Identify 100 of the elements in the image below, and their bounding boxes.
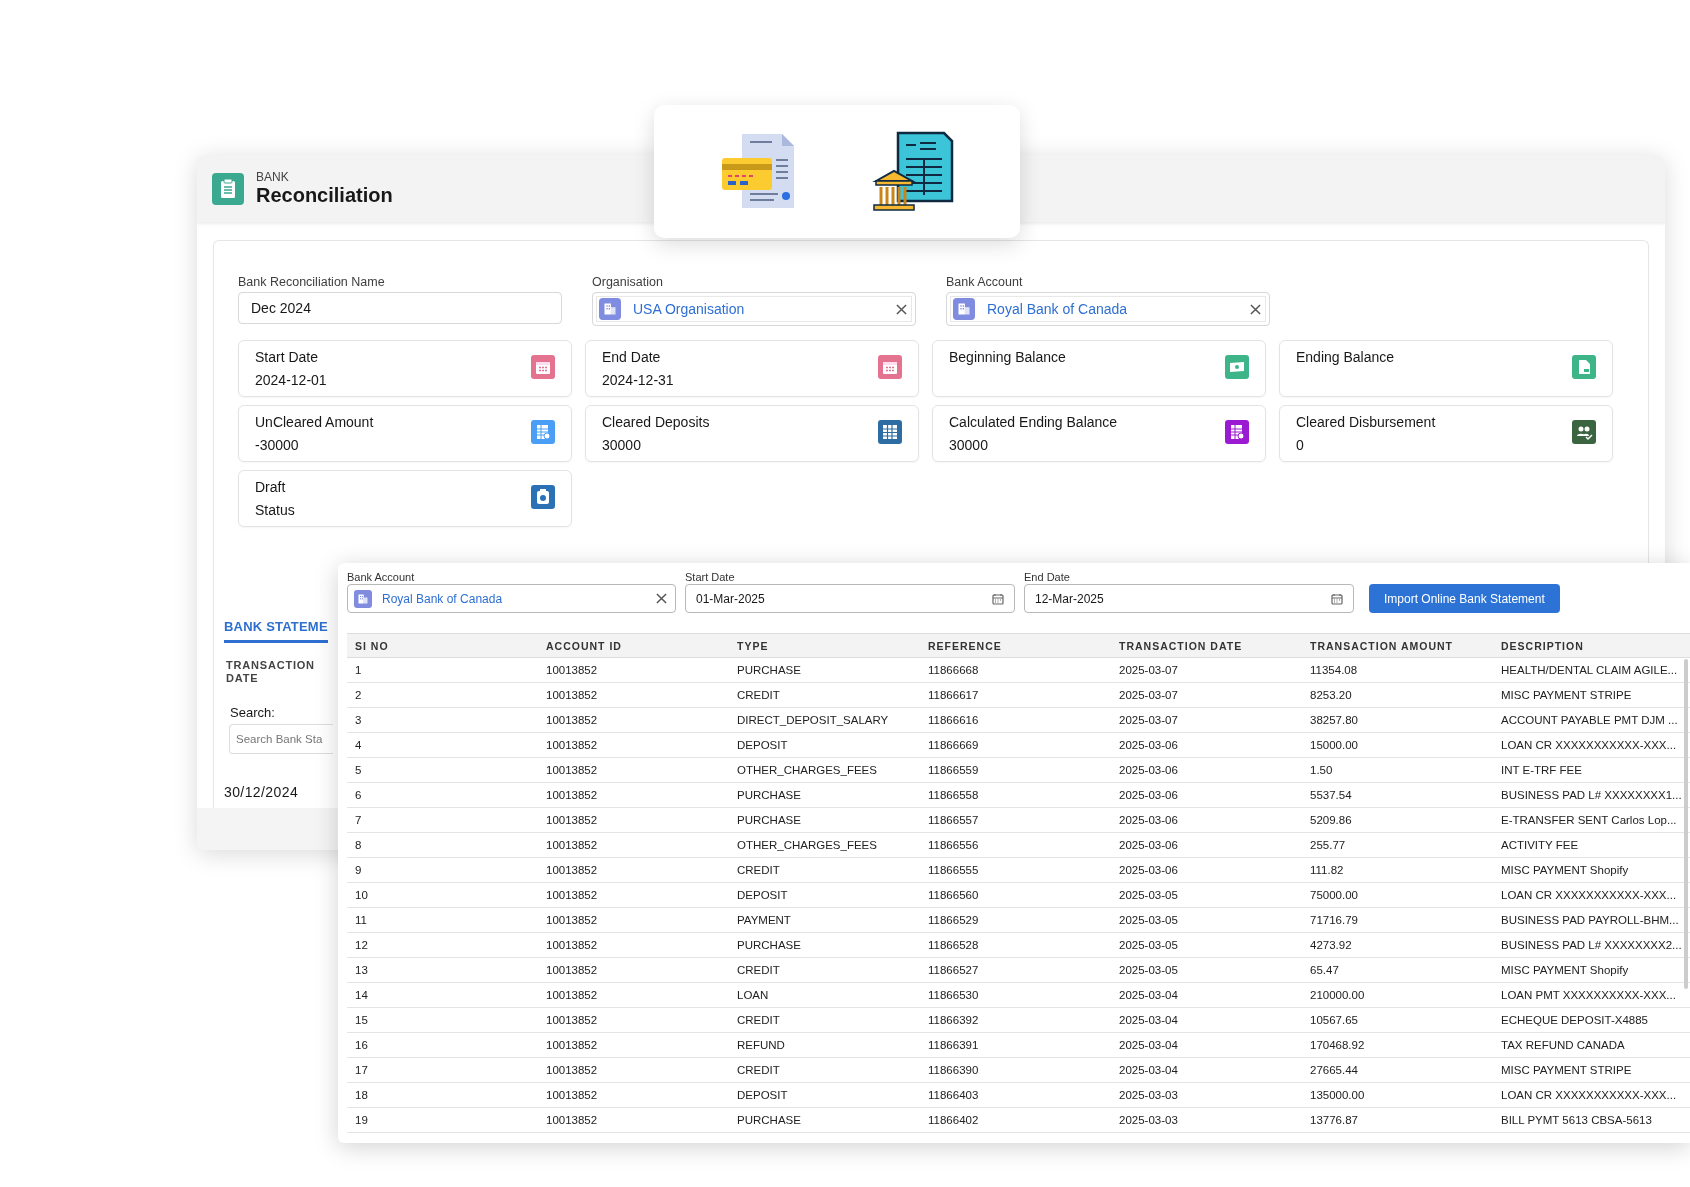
table-cell: 170468.92 <box>1302 1032 1493 1058</box>
table-cell: 11354.08 <box>1302 657 1493 683</box>
date-field[interactable]: 12-Mar-2025 <box>1024 584 1354 613</box>
table-cell: DEPOSIT <box>729 882 920 908</box>
field-label: Bank Account <box>946 275 1024 289</box>
table-cell: 17 <box>347 1057 538 1083</box>
table-cell: 10 <box>347 882 538 908</box>
table-cell: 19 <box>347 1107 538 1133</box>
table-cell: 111.82 <box>1302 857 1493 883</box>
table-cell: 13 <box>347 957 538 983</box>
card-value: -30000 <box>255 437 300 453</box>
table-cell: 135000.00 <box>1302 1082 1493 1108</box>
table-cell: DEPOSIT <box>729 1082 920 1108</box>
import-button[interactable]: Import Online Bank Statement <box>1369 584 1560 613</box>
card-value: 2024-12-31 <box>602 372 674 388</box>
calendar-icon[interactable] <box>1331 592 1343 605</box>
table-cell: 10013852 <box>538 932 729 958</box>
field-label: Bank Reconciliation Name <box>238 275 386 289</box>
table-cell: 13776.87 <box>1302 1107 1493 1133</box>
table-cell: 16 <box>347 1032 538 1058</box>
table-cell: 11866668 <box>920 657 1111 683</box>
lookup-field[interactable]: Royal Bank of Canada <box>946 292 1270 326</box>
table-cell: 8 <box>347 832 538 858</box>
lookup-value[interactable]: Royal Bank of Canada <box>382 591 646 606</box>
search-label: Search: <box>230 705 275 721</box>
table-cell: 11866560 <box>920 882 1111 908</box>
card-value: 30000 <box>602 437 642 453</box>
table-cell: 11866528 <box>920 932 1111 958</box>
table-cell: 10013852 <box>538 757 729 783</box>
table-cell: 30/12/2024 <box>224 784 299 801</box>
lookup-value[interactable]: Royal Bank of Canada <box>987 301 1238 317</box>
table-cell: CREDIT <box>729 857 920 883</box>
card-label: End Date <box>602 349 662 365</box>
table-cell: 255.77 <box>1302 832 1493 858</box>
table-cell: 2025-03-06 <box>1111 832 1302 858</box>
table-cell: 3 <box>347 707 538 733</box>
table-cell: 5537.54 <box>1302 782 1493 808</box>
table-cell: CREDIT <box>729 1057 920 1083</box>
table-cell: 2025-03-03 <box>1111 1107 1302 1133</box>
card-label: Calculated Ending Balance <box>949 414 1118 430</box>
table-cell: 4273.92 <box>1302 932 1493 958</box>
table-cell: 2025-03-06 <box>1111 782 1302 808</box>
table-cell: 10013852 <box>538 707 729 733</box>
lookup-field[interactable]: USA Organisation <box>592 292 916 326</box>
table-cell: 11866669 <box>920 732 1111 758</box>
date-field[interactable]: 01-Mar-2025 <box>685 584 1015 613</box>
table-cell: 2025-03-03 <box>1111 1082 1302 1108</box>
building-icon <box>354 589 372 608</box>
table-cell: 2025-03-04 <box>1111 1032 1302 1058</box>
column-header[interactable]: ACCOUNT ID <box>538 633 729 658</box>
table-cell: 10567.65 <box>1302 1007 1493 1033</box>
table-cell: LOAN <box>729 982 920 1008</box>
building-icon <box>953 298 975 320</box>
column-header[interactable]: TRANSACTION DATE <box>1111 633 1302 658</box>
table-cell: 11866403 <box>920 1082 1111 1108</box>
close-icon[interactable] <box>1250 303 1261 315</box>
close-icon[interactable] <box>656 593 667 604</box>
table-cell: CREDIT <box>729 957 920 983</box>
table-cell: 10013852 <box>538 1007 729 1033</box>
table-cell: MISC PAYMENT STRIPE <box>1493 1057 1690 1083</box>
table-cell: 6 <box>347 782 538 808</box>
table-cell: 2025-03-05 <box>1111 882 1302 908</box>
table-cell: 10013852 <box>538 732 729 758</box>
column-header[interactable]: DESCRIPTION <box>1493 633 1690 658</box>
column-header[interactable]: REFERENCE <box>920 633 1111 658</box>
card-value: 30000 <box>949 437 989 453</box>
column-header[interactable]: SI NO <box>347 633 538 658</box>
scrollbar[interactable] <box>1684 659 1688 989</box>
table-cell: 11866557 <box>920 807 1111 833</box>
object-label: BANK <box>256 170 290 184</box>
table-cell: 11866527 <box>920 957 1111 983</box>
table-cell: 2025-03-04 <box>1111 982 1302 1008</box>
table-cell: PURCHASE <box>729 932 920 958</box>
table-cell: PURCHASE <box>729 807 920 833</box>
table-cell: 11866558 <box>920 782 1111 808</box>
card-label: Start Date <box>255 349 320 365</box>
calendar-icon[interactable] <box>992 592 1004 605</box>
table-cell: 11866559 <box>920 757 1111 783</box>
table-cell: 2025-03-06 <box>1111 857 1302 883</box>
table-cell: 2025-03-04 <box>1111 1007 1302 1033</box>
column-header[interactable]: TYPE <box>729 633 920 658</box>
table-cell: OTHER_CHARGES_FEES <box>729 757 920 783</box>
lookup-value[interactable]: USA Organisation <box>633 301 884 317</box>
table-cell: 2025-03-07 <box>1111 657 1302 683</box>
table-cell: 2025-03-05 <box>1111 957 1302 983</box>
table-cell: 11866392 <box>920 1007 1111 1033</box>
section-tab[interactable]: BANK STATEME <box>224 619 328 643</box>
column-header[interactable]: TRANSACTION AMOUNT <box>1302 633 1493 658</box>
table-cell: PURCHASE <box>729 1107 920 1133</box>
table-cell: 10013852 <box>538 882 729 908</box>
table-cell: ECHEQUE DEPOSIT-X4885 <box>1493 1007 1690 1033</box>
card-value: 0 <box>1296 437 1305 453</box>
table-cell: 10013852 <box>538 1082 729 1108</box>
search-field[interactable]: Search Bank Sta <box>229 724 333 755</box>
lookup-field[interactable]: Royal Bank of Canada <box>347 584 676 613</box>
table-cell: LOAN CR XXXXXXXXXXX-XXX... <box>1493 1082 1690 1108</box>
field-label: End Date <box>1024 571 1071 583</box>
close-icon[interactable] <box>896 303 907 315</box>
name-field[interactable]: Dec 2024 <box>238 292 562 324</box>
table-cell: 2025-03-07 <box>1111 707 1302 733</box>
